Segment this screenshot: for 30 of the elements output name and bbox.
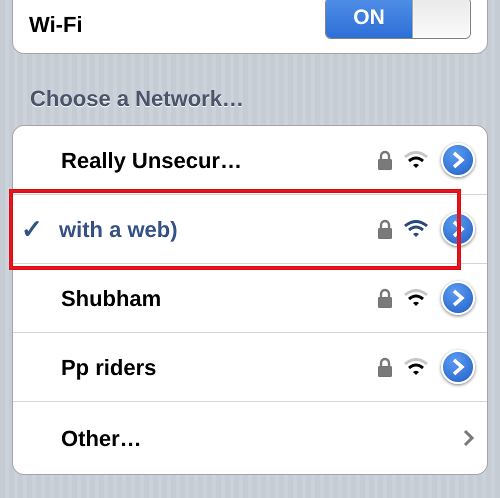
- network-name: Shubham: [61, 284, 162, 312]
- wifi-icon: [403, 150, 429, 170]
- wifi-label: Wi-Fi: [29, 11, 83, 39]
- lock-icon: [377, 288, 393, 308]
- detail-disclosure-button[interactable]: [441, 143, 475, 177]
- detail-disclosure-button[interactable]: [441, 281, 475, 315]
- network-name: Pp riders: [61, 354, 158, 382]
- other-row[interactable]: Other…: [13, 402, 487, 474]
- network-name: with a web): [59, 216, 179, 244]
- wifi-icon: [403, 288, 429, 308]
- detail-disclosure-button[interactable]: [441, 350, 475, 384]
- network-row[interactable]: Shubham: [13, 264, 487, 333]
- wifi-icon: [403, 357, 429, 377]
- network-row[interactable]: ✓ with a web): [13, 195, 487, 264]
- chevron-icon: [451, 220, 465, 238]
- chevron-icon: [451, 289, 465, 307]
- wifi-icon: [403, 219, 429, 239]
- wifi-toggle[interactable]: ON: [325, 0, 471, 39]
- lock-icon: [377, 150, 393, 170]
- network-name: Really Unsecur…: [61, 146, 243, 175]
- network-row[interactable]: Pp riders: [13, 333, 487, 402]
- checkmark: ✓: [21, 212, 44, 246]
- other-label: Other…: [61, 424, 143, 452]
- chevron-icon: [451, 358, 465, 376]
- lock-icon: [377, 357, 393, 377]
- network-row[interactable]: Really Unsecur…: [13, 126, 487, 195]
- lock-icon: [377, 219, 393, 239]
- chevron-icon: [463, 429, 475, 447]
- section-header: Choose a Network…: [29, 85, 245, 113]
- chevron-icon: [451, 151, 465, 169]
